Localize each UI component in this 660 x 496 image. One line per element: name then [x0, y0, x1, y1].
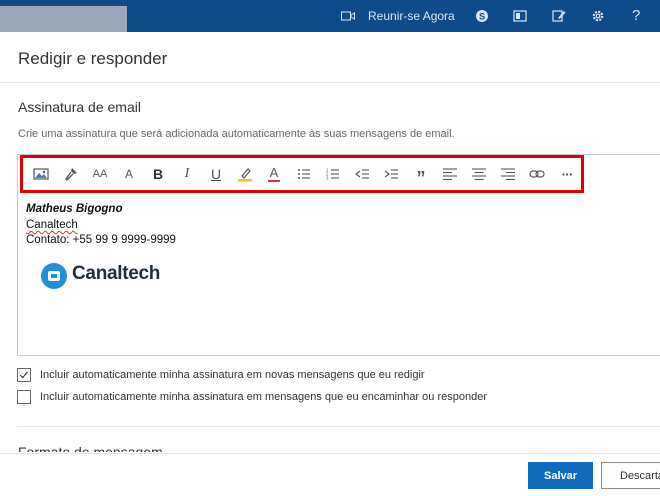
discard-button[interactable]: Descartar: [601, 462, 660, 489]
align-right-icon[interactable]: [500, 166, 516, 182]
align-center-icon[interactable]: [471, 166, 487, 182]
font-color-bar: [268, 179, 280, 182]
bullets-icon[interactable]: [296, 166, 312, 182]
format-painter-icon[interactable]: [63, 166, 79, 182]
page-title: Redigir e responder: [18, 49, 168, 68]
underline-icon[interactable]: U: [208, 166, 224, 182]
font-color-icon[interactable]: A: [266, 166, 282, 182]
svg-text:S: S: [479, 12, 485, 22]
gear-icon[interactable]: [591, 9, 605, 23]
section-divider: [17, 426, 660, 427]
font-color-glyph: A: [269, 164, 279, 180]
compose-icon[interactable]: [552, 9, 566, 23]
next-section-title: Formato de mensagem: [18, 444, 163, 452]
logo-text: Canaltech: [72, 263, 161, 284]
meet-now-label[interactable]: Reunir-se Agora: [368, 9, 455, 23]
header-divider: [0, 82, 660, 83]
link-icon[interactable]: [529, 166, 545, 182]
auto-signature-new-label[interactable]: Incluir automaticamente minha assinatura…: [40, 369, 425, 381]
bold-icon[interactable]: B: [150, 166, 166, 182]
italic-icon[interactable]: I: [179, 166, 195, 182]
align-left-icon[interactable]: [442, 166, 458, 182]
grow-font-icon[interactable]: A: [121, 166, 137, 182]
section-description: Crie uma assinatura que será adicionada …: [18, 128, 455, 140]
signature-contact: Contato: +55 99 9 9999-9999: [26, 234, 176, 246]
save-button[interactable]: Salvar: [528, 462, 593, 489]
section-title: Assinatura de email: [18, 99, 141, 115]
search-box[interactable]: [0, 6, 127, 32]
auto-signature-new-checkbox[interactable]: [17, 368, 31, 382]
auto-signature-reply-checkbox[interactable]: [17, 390, 31, 404]
check-icon: [19, 371, 28, 379]
help-icon[interactable]: ?: [632, 7, 640, 24]
numbering-icon[interactable]: 123: [325, 166, 341, 182]
quote-icon[interactable]: ”: [413, 166, 429, 188]
auto-signature-reply-label[interactable]: Incluir automaticamente minha assinatura…: [40, 391, 487, 403]
increase-indent-icon[interactable]: [383, 166, 399, 182]
more-icon[interactable]: ···: [559, 166, 575, 182]
signature-name: Matheus Bigogno: [26, 203, 123, 215]
svg-text:3: 3: [326, 176, 329, 181]
video-camera-icon[interactable]: [341, 11, 355, 21]
office-icon[interactable]: [513, 9, 527, 23]
signature-company: Canaltech: [26, 219, 78, 231]
insert-image-icon[interactable]: [33, 166, 49, 182]
skype-icon[interactable]: S: [475, 9, 489, 23]
top-bar: Reunir-se Agora S ?: [0, 0, 660, 32]
font-size-icon[interactable]: AA: [92, 166, 108, 182]
canaltech-logo-icon: [41, 263, 67, 289]
highlight-icon[interactable]: [237, 166, 253, 182]
decrease-indent-icon[interactable]: [354, 166, 370, 182]
